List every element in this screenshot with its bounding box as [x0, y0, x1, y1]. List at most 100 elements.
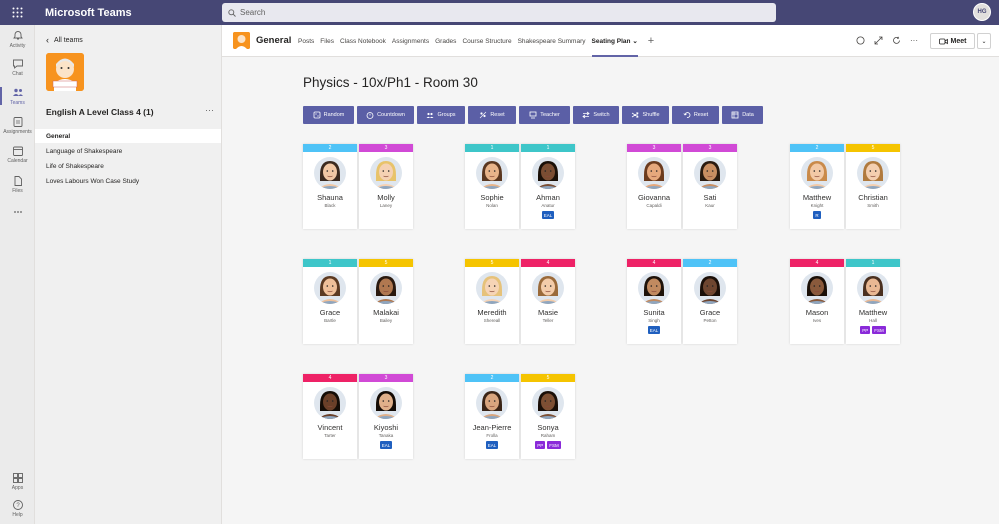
toolbar-shuffle-button[interactable]: Shuffle	[622, 106, 669, 124]
rail-label: Files	[12, 188, 23, 194]
group-band: 3	[627, 144, 681, 152]
rail-item-calendar[interactable]: Calendar	[0, 145, 35, 164]
tab-grades[interactable]: Grades	[435, 25, 456, 57]
group-band: 4	[303, 374, 357, 382]
rail-item-[interactable]	[0, 206, 35, 219]
student-card[interactable]: 2 Matthew Knight R	[790, 144, 844, 229]
tab-bar: Posts Files Class Notebook Assignments Grade…	[298, 25, 654, 57]
student-card[interactable]: 4 Mason Ives	[790, 259, 844, 344]
add-tab-button[interactable]: +	[648, 35, 654, 47]
search-placeholder: Search	[240, 8, 266, 17]
app-launcher-icon[interactable]	[0, 0, 35, 25]
app-rail: Activity Chat Teams Assignments Calendar File…	[0, 25, 35, 524]
meet-button[interactable]: Meet	[930, 33, 975, 49]
tab-files[interactable]: Files	[320, 25, 334, 57]
switch-icon	[582, 111, 591, 119]
student-first-name: Sonya	[537, 423, 559, 432]
student-last-name: Capaldi	[646, 203, 662, 208]
tab-seating-plan[interactable]: Seating Plan ⌄	[591, 25, 639, 57]
student-last-name: Knight	[810, 203, 824, 208]
team-name: English A Level Class 4 (1)	[46, 107, 154, 117]
rail-item-activity[interactable]: Activity	[0, 30, 35, 49]
student-tag-badge: EAL	[485, 441, 499, 449]
student-first-name: Sati	[703, 193, 717, 202]
student-card[interactable]: 5 Christian Smith	[846, 144, 900, 229]
tab-shakespeare-summary[interactable]: Shakespeare Summary	[518, 25, 586, 57]
more-icon	[12, 206, 24, 218]
rail-label: Assignments	[3, 129, 32, 135]
rail-label: Teams	[10, 100, 25, 106]
student-last-name: Smith	[867, 203, 879, 208]
toolbar-data-button[interactable]: Data	[722, 106, 763, 124]
user-avatar[interactable]: HG	[973, 3, 991, 21]
toolbar-random-button[interactable]: Random	[303, 106, 354, 124]
student-photo	[638, 272, 670, 304]
chevron-left-icon: ‹	[46, 35, 49, 45]
student-last-name: Frolla	[486, 433, 498, 438]
student-card[interactable]: 5 Malakai Bailey	[359, 259, 413, 344]
tab-posts[interactable]: Posts	[298, 25, 314, 57]
student-photo	[801, 272, 833, 304]
channel-item[interactable]: Language of Shakespeare	[35, 144, 221, 158]
student-card[interactable]: 3 Giovanna Capaldi	[627, 144, 681, 229]
student-card[interactable]: 4 Masie Teller	[521, 259, 575, 344]
toolbar-groups-button[interactable]: Groups	[417, 106, 465, 124]
rail-item-help[interactable]: ? Help	[0, 499, 35, 518]
student-card[interactable]: 3 Sati Kaur	[683, 144, 737, 229]
rail-item-chat[interactable]: Chat	[0, 58, 35, 77]
group-band: 3	[683, 144, 737, 152]
tab-assignments[interactable]: Assignments	[392, 25, 429, 57]
student-card[interactable]: 1 Sophie Nolan	[465, 144, 519, 229]
tab-course-structure[interactable]: Course Structure	[462, 25, 511, 57]
toolbar-switch-button[interactable]: Switch	[573, 106, 619, 124]
student-last-name: Black	[324, 203, 336, 208]
student-card[interactable]: 1 Matthew Hall PP FSM	[846, 259, 900, 344]
toolbar-teacher-button[interactable]: Teacher	[519, 106, 570, 124]
student-photo	[532, 272, 564, 304]
student-card[interactable]: 3 Molly Laney	[359, 144, 413, 229]
student-card[interactable]: 5 Meredith Shereall	[465, 259, 519, 344]
rail-item-teams[interactable]: Teams	[0, 87, 35, 106]
student-card[interactable]: 3 Kiyoshi Tanaka EAL	[359, 374, 413, 459]
all-teams-link[interactable]: ‹ All teams	[46, 35, 83, 45]
expand-icon[interactable]	[873, 35, 883, 45]
student-card[interactable]: 4 Vincent Tarter	[303, 374, 357, 459]
student-first-name: Matthew	[858, 308, 888, 317]
group-band: 1	[303, 259, 357, 267]
team-more-icon[interactable]: ···	[205, 105, 214, 115]
search-icon	[228, 8, 236, 17]
rail-item-apps[interactable]: Apps	[0, 472, 35, 491]
student-card[interactable]: 4 Sunita Singh EAL	[627, 259, 681, 344]
tab-class-notebook[interactable]: Class Notebook	[340, 25, 386, 57]
student-card[interactable]: 2 Jean-Pierre Frolla EAL	[465, 374, 519, 459]
toolbar-reset-button[interactable]: Reset	[672, 106, 719, 124]
student-card[interactable]: 2 Shauna Black	[303, 144, 357, 229]
student-card[interactable]: 2 Grace Petton	[683, 259, 737, 344]
student-photo	[857, 157, 889, 189]
student-first-name: Masie	[537, 308, 558, 317]
student-card[interactable]: 5 Sonya Raham PP FSM	[521, 374, 575, 459]
channel-item[interactable]: General	[35, 129, 221, 143]
toolbar-button-label: Switch	[593, 112, 610, 118]
student-tags: EAL	[465, 441, 519, 449]
rail-item-assignments[interactable]: Assignments	[0, 116, 35, 135]
meet-dropdown-button[interactable]: ⌄	[977, 33, 991, 49]
student-first-name: Grace	[699, 308, 721, 317]
undo-icon	[683, 111, 691, 119]
more-options-icon[interactable]: ···	[909, 35, 919, 45]
chat-bubble-icon[interactable]	[855, 35, 865, 45]
group-band: 5	[521, 374, 575, 382]
student-card[interactable]: 1 Grace Bartle	[303, 259, 357, 344]
student-card[interactable]: 1 Ahman Anatur EAL	[521, 144, 575, 229]
student-first-name: Sunita	[643, 308, 665, 317]
search-input[interactable]: Search	[222, 3, 776, 22]
channel-item[interactable]: Life of Shakespeare	[35, 159, 221, 173]
student-photo	[370, 157, 402, 189]
toolbar-reset-button[interactable]: Reset	[468, 106, 516, 124]
student-tag-badge: EAL	[647, 326, 661, 334]
refresh-icon[interactable]	[891, 35, 901, 45]
channel-item[interactable]: Loves Labours Won Case Study	[35, 174, 221, 188]
rail-item-files[interactable]: Files	[0, 175, 35, 194]
toolbar-countdown-button[interactable]: Countdown	[357, 106, 414, 124]
student-photo	[532, 387, 564, 419]
